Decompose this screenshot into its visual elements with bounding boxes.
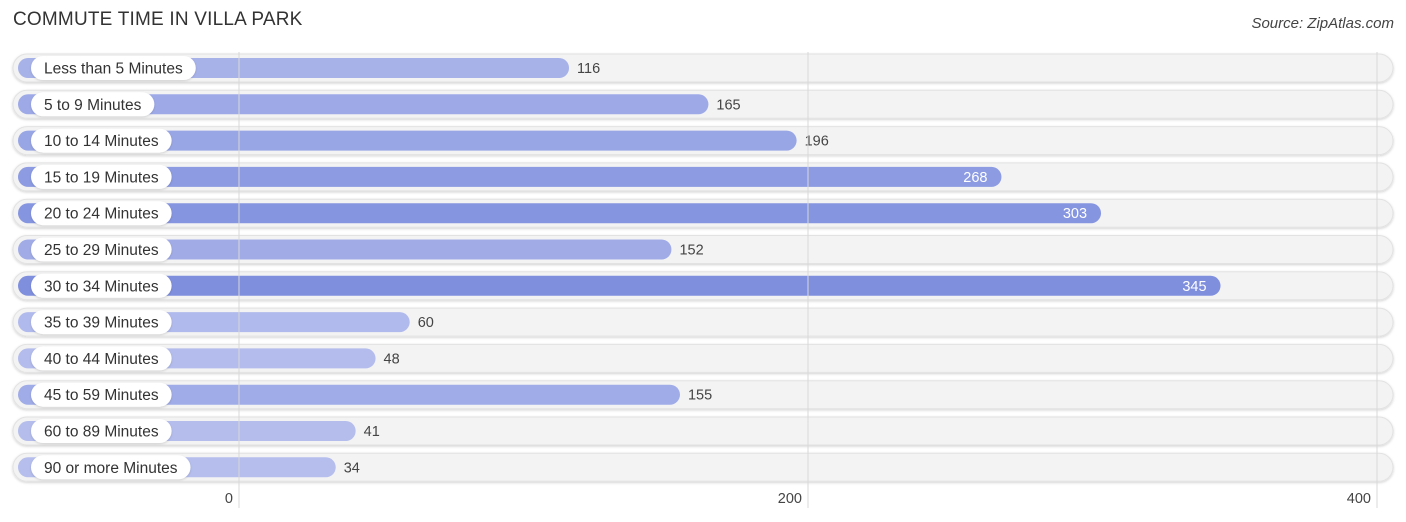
bar-row: 60 to 89 Minutes 41 [12, 416, 1394, 446]
x-tick-label: 200 [778, 491, 802, 507]
value-label: 48 [384, 351, 400, 367]
category-label: 45 to 59 Minutes [44, 387, 159, 404]
x-tick-label: 400 [1347, 491, 1371, 507]
value-label: 155 [688, 388, 712, 404]
bar [18, 203, 1102, 224]
bar-row: 30 to 34 Minutes 345 [12, 271, 1394, 301]
x-axis-ticks: 0 200 400 [225, 491, 1371, 507]
bar-row: 40 to 44 Minutes 48 [12, 343, 1394, 373]
value-label: 345 [1182, 279, 1206, 295]
bar [18, 275, 1221, 296]
bar-row: 35 to 39 Minutes 60 [12, 307, 1394, 337]
value-label: 165 [716, 97, 740, 113]
category-label: 90 or more Minutes [44, 460, 178, 477]
value-label: 268 [963, 170, 987, 186]
category-label: 5 to 9 Minutes [44, 97, 142, 114]
x-tick-label: 0 [225, 491, 233, 507]
bar-row: 20 to 24 Minutes 303 [12, 198, 1394, 228]
bar-row: 15 to 19 Minutes 268 [12, 162, 1394, 192]
bar-row: 5 to 9 Minutes 165 [12, 89, 1394, 119]
bar-chart: Less than 5 Minutes 116 5 to 9 Minutes 165 1… [12, 52, 1394, 508]
value-label: 152 [679, 243, 703, 259]
bar-row: Less than 5 Minutes 116 [12, 53, 1394, 83]
category-label: Less than 5 Minutes [44, 61, 183, 78]
bar-row: 25 to 29 Minutes 152 [12, 235, 1394, 264]
value-label: 41 [364, 424, 380, 440]
category-label: 15 to 19 Minutes [44, 169, 159, 186]
value-label: 116 [577, 61, 600, 77]
category-label: 20 to 24 Minutes [44, 206, 159, 223]
bar-rows: Less than 5 Minutes 116 5 to 9 Minutes 165 1… [12, 53, 1394, 482]
category-label: 60 to 89 Minutes [44, 424, 159, 441]
category-label: 10 to 14 Minutes [44, 133, 159, 150]
value-label: 303 [1063, 206, 1087, 222]
category-label: 35 to 39 Minutes [44, 315, 159, 332]
category-label: 40 to 44 Minutes [44, 351, 159, 368]
bar-row: 10 to 14 Minutes 196 [12, 126, 1394, 156]
value-label: 34 [344, 460, 360, 476]
value-label: 60 [418, 315, 434, 331]
category-label: 30 to 34 Minutes [44, 278, 159, 295]
bar-row: 45 to 59 Minutes 155 [12, 380, 1394, 410]
category-label: 25 to 29 Minutes [44, 242, 159, 259]
bar-row: 90 or more Minutes 34 [12, 452, 1394, 482]
